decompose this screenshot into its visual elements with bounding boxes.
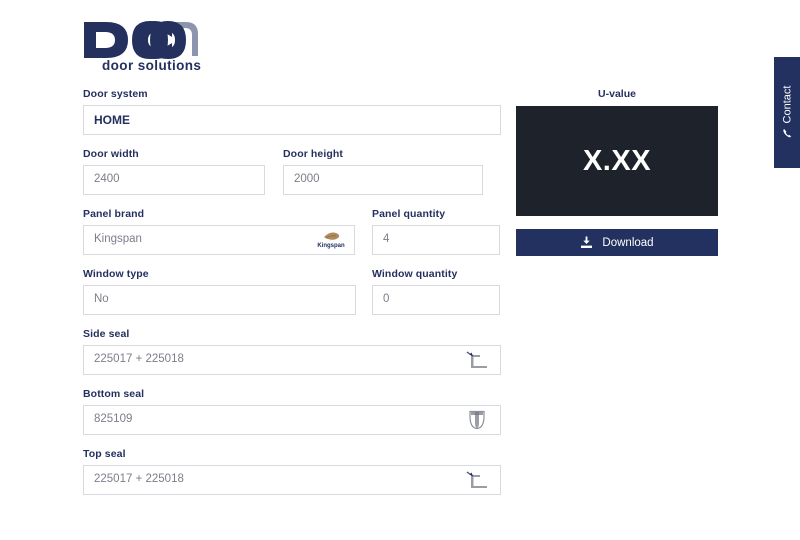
- seal-profile-corner-icon: [462, 347, 492, 373]
- field-group-window-type: Window type No: [83, 268, 356, 315]
- field-group-door-width: Door width 2400: [83, 148, 265, 195]
- input-side-seal[interactable]: 225017 + 225018: [83, 345, 501, 375]
- input-window-type[interactable]: No: [83, 285, 356, 315]
- field-row-window: Window type No Window quantity 0: [83, 268, 501, 315]
- label-door-height: Door height: [283, 148, 344, 160]
- label-door-system: Door system: [83, 88, 148, 100]
- result-panel: U-value X.XX Download: [516, 88, 718, 256]
- field-group-bottom-seal: Bottom seal 825109: [83, 388, 501, 435]
- door-configurator-form: Door system HOME Door width 2400 Door he…: [83, 88, 501, 508]
- contact-tab[interactable]: Contact: [774, 57, 800, 168]
- input-top-seal[interactable]: 225017 + 225018: [83, 465, 501, 495]
- download-label: Download: [602, 236, 654, 249]
- value-door-system: HOME: [94, 113, 130, 127]
- label-door-width: Door width: [83, 148, 139, 160]
- field-group-side-seal: Side seal 225017 + 225018: [83, 328, 501, 375]
- input-panel-brand[interactable]: Kingspan Kingspan: [83, 225, 355, 255]
- download-button[interactable]: Download: [516, 229, 718, 256]
- uvalue-number: X.XX: [582, 144, 652, 177]
- input-door-width[interactable]: 2400: [83, 165, 265, 195]
- field-row-dimensions: Door width 2400 Door height 2000: [83, 148, 501, 195]
- value-door-width: 2400: [94, 173, 120, 186]
- logo-tagline: door solutions: [102, 58, 201, 72]
- field-group-top-seal: Top seal 225017 + 225018: [83, 448, 501, 495]
- value-door-height: 2000: [294, 173, 320, 186]
- label-panel-quantity: Panel quantity: [372, 208, 446, 220]
- seal-profile-bulb-icon: [462, 407, 492, 433]
- download-icon: [580, 236, 593, 249]
- label-uvalue: U-value: [598, 88, 636, 100]
- seal-profile-corner-icon: [462, 467, 492, 493]
- label-side-seal: Side seal: [83, 328, 130, 340]
- field-group-panel-quantity: Panel quantity 4: [372, 208, 500, 255]
- field-row-panel: Panel brand Kingspan Kingspan Panel quan…: [83, 208, 501, 255]
- label-window-type: Window type: [83, 268, 149, 280]
- input-window-quantity[interactable]: 0: [372, 285, 500, 315]
- value-side-seal: 225017 + 225018: [94, 353, 184, 366]
- value-window-quantity: 0: [383, 293, 390, 306]
- svg-text:Kingspan: Kingspan: [317, 243, 345, 249]
- field-group-window-quantity: Window quantity 0: [372, 268, 500, 315]
- value-panel-brand: Kingspan: [94, 233, 142, 246]
- value-window-type: No: [94, 293, 109, 306]
- value-bottom-seal: 825109: [94, 413, 133, 426]
- label-top-seal: Top seal: [83, 448, 126, 460]
- input-panel-quantity[interactable]: 4: [372, 225, 500, 255]
- input-door-height[interactable]: 2000: [283, 165, 483, 195]
- uvalue-display: X.XX: [516, 106, 718, 216]
- value-top-seal: 225017 + 225018: [94, 473, 184, 486]
- field-group-door-height: Door height 2000: [283, 148, 483, 195]
- label-window-quantity: Window quantity: [372, 268, 458, 280]
- kingspan-logo-icon: Kingspan: [316, 227, 346, 253]
- input-bottom-seal[interactable]: 825109: [83, 405, 501, 435]
- field-group-panel-brand: Panel brand Kingspan Kingspan: [83, 208, 355, 255]
- input-door-system[interactable]: HOME: [83, 105, 501, 135]
- value-panel-quantity: 4: [383, 233, 390, 246]
- label-bottom-seal: Bottom seal: [83, 388, 145, 400]
- label-panel-brand: Panel brand: [83, 208, 145, 220]
- doco-logo: door solutions: [82, 14, 222, 72]
- field-group-door-system: Door system HOME: [83, 88, 501, 135]
- phone-icon: [782, 127, 793, 141]
- contact-label: Contact: [781, 85, 794, 123]
- configurator-page: door solutions Door system HOME Door wid…: [0, 0, 800, 540]
